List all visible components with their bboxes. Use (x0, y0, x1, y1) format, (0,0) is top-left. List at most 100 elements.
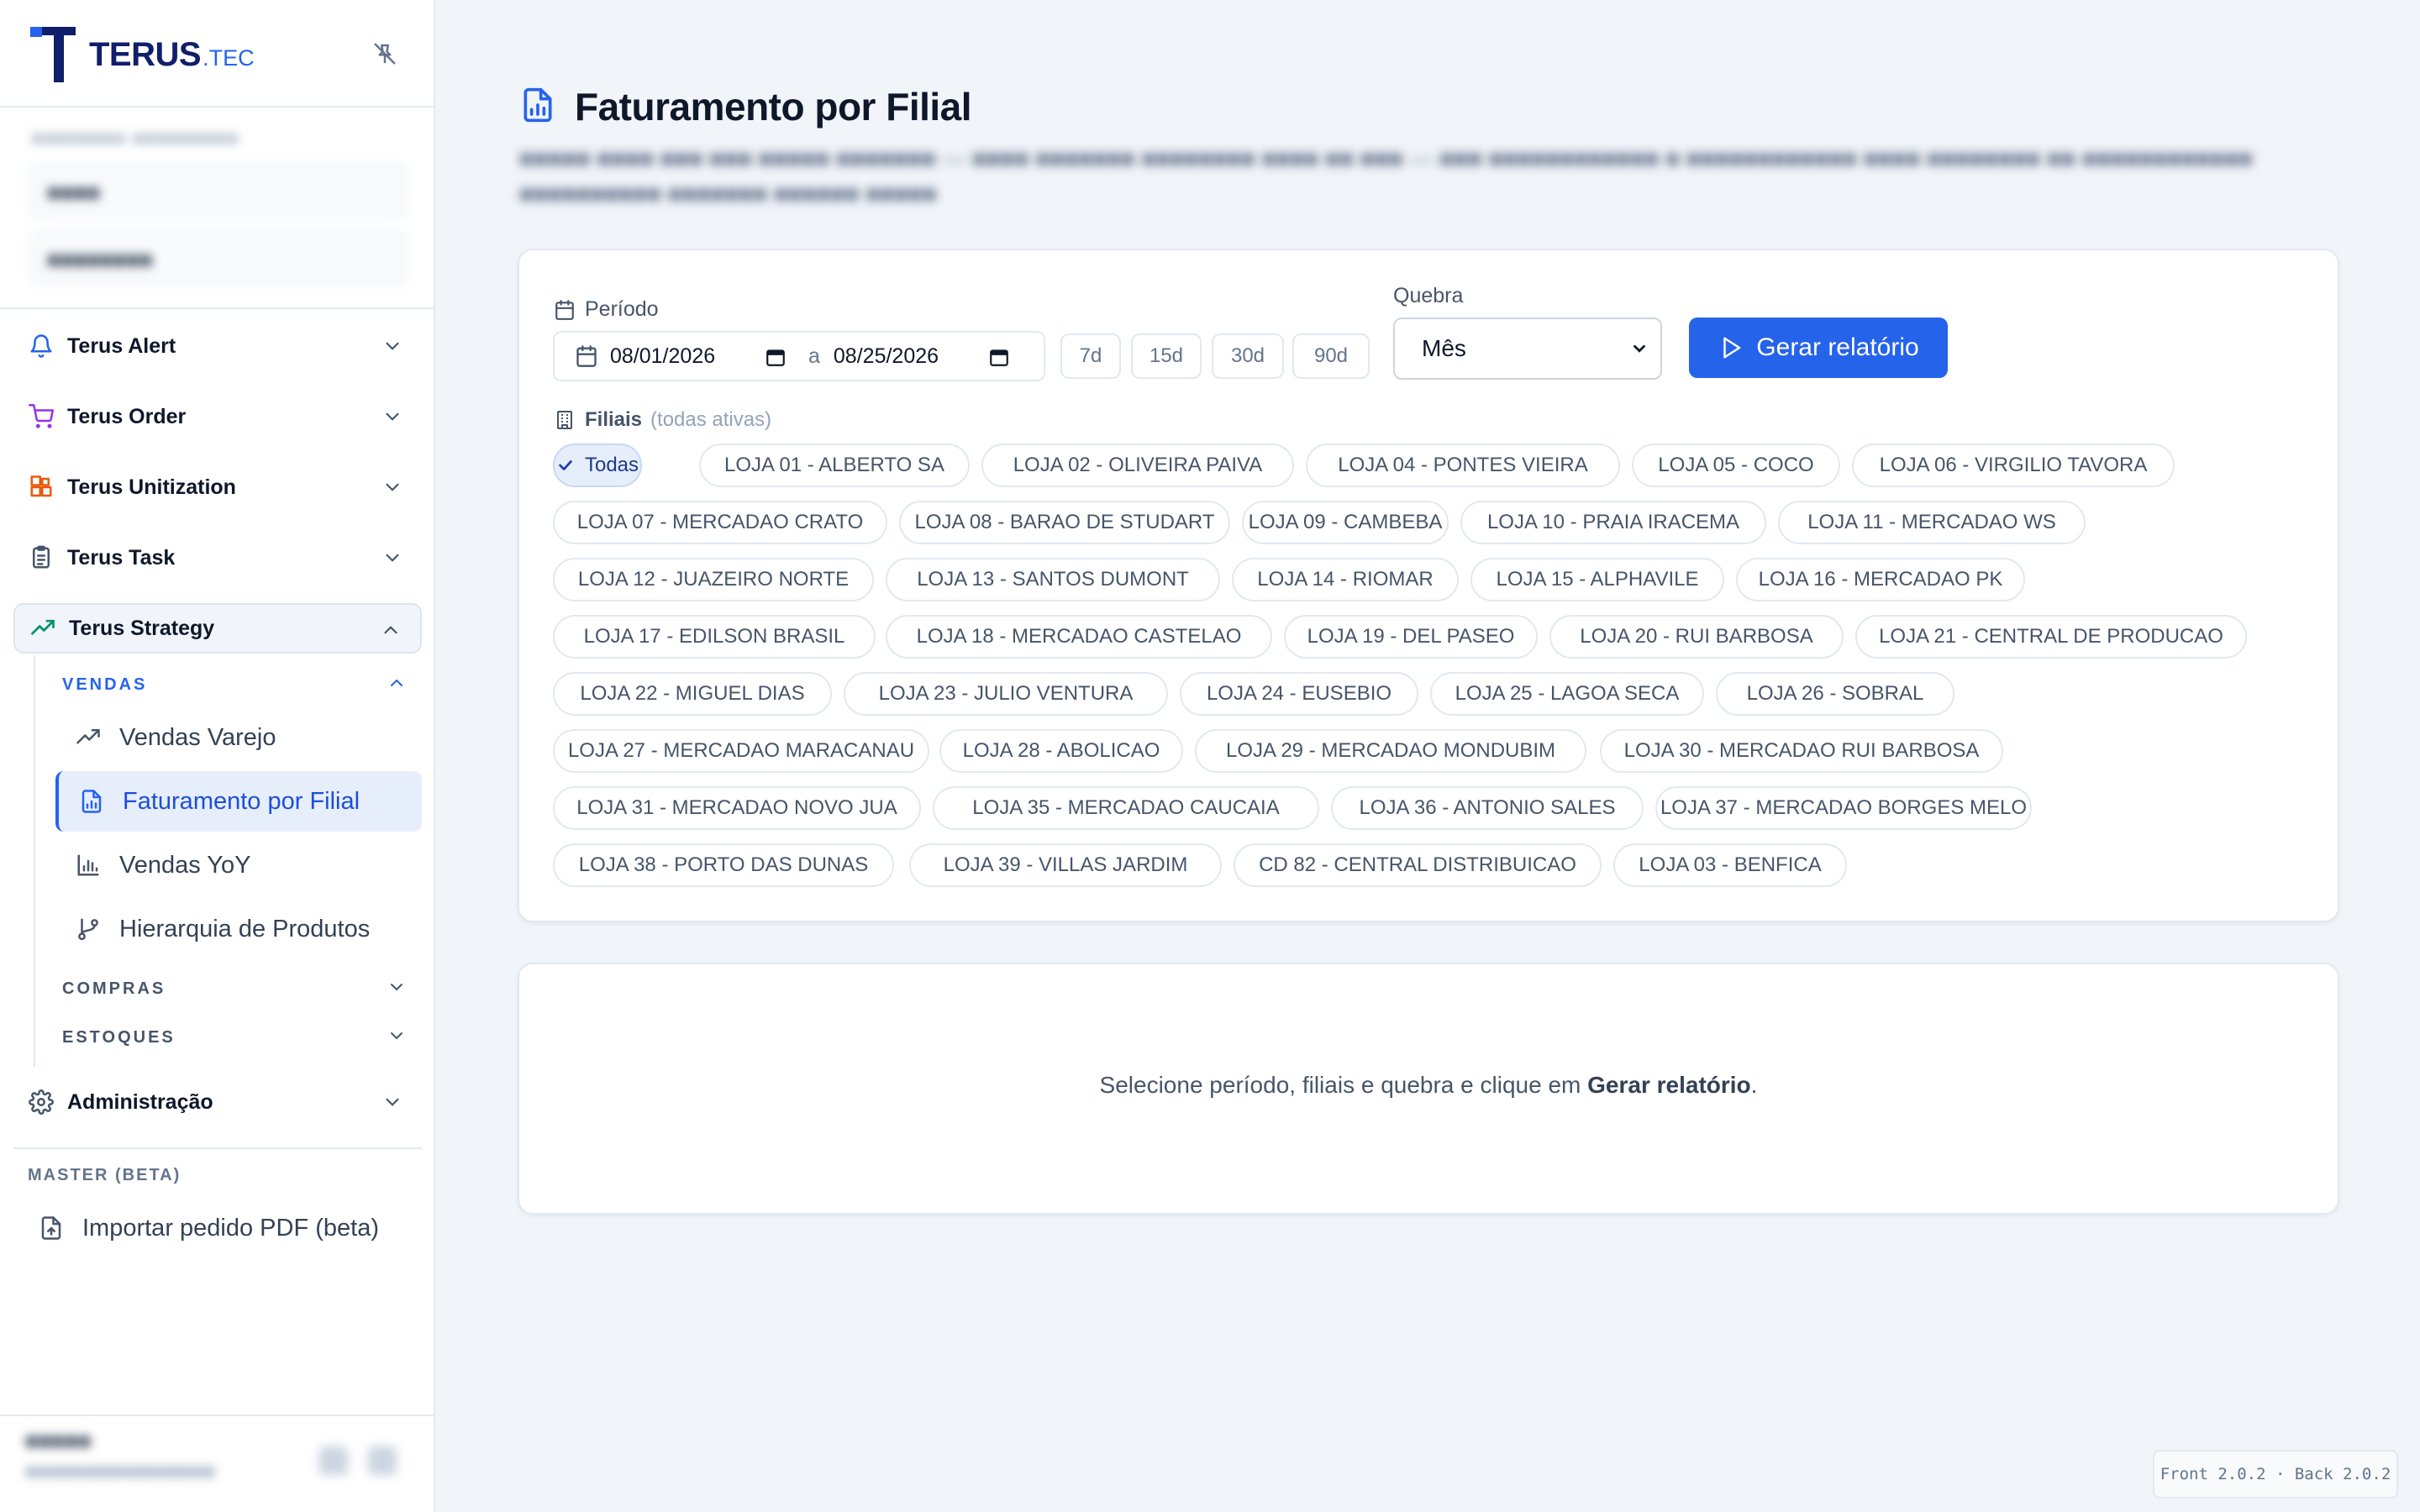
nav-terus-order[interactable]: Terus Order (13, 391, 422, 442)
quick-range-15d[interactable]: 15d (1131, 333, 1202, 379)
sub-item-vendas-yoy[interactable]: Vendas YoY (55, 835, 422, 895)
branch-chip-label: LOJA 39 - VILLAS JARDIM (943, 853, 1188, 876)
section-estoques[interactable]: ESTOQUES (62, 1028, 402, 1047)
cart-icon (27, 402, 55, 431)
date-to-field[interactable]: 08/25/2026 (834, 344, 1010, 369)
branch-chip[interactable]: LOJA 25 - LAGOA SECA (1430, 672, 1704, 716)
branch-chip[interactable]: CD 82 - CENTRAL DISTRIBUICAO (1234, 843, 1602, 887)
branch-chip[interactable]: LOJA 35 - MERCADAO CAUCAIA (933, 786, 1319, 830)
section-vendas[interactable]: VENDAS (62, 675, 402, 695)
branch-chip[interactable]: LOJA 39 - VILLAS JARDIM (909, 843, 1222, 887)
quick-range-7d[interactable]: 7d (1060, 333, 1121, 379)
branch-chip[interactable]: LOJA 38 - PORTO DAS DUNAS (553, 843, 894, 887)
branch-chip[interactable]: LOJA 11 - MERCADAO WS (1778, 501, 2086, 544)
boxes-icon (27, 473, 55, 501)
date-from-field[interactable]: 08/01/2026 (610, 344, 786, 369)
context-select-blurred[interactable]: ■■■■ (30, 165, 407, 217)
brand-logo[interactable]: TERUS .TEC (30, 25, 255, 84)
generate-report-button[interactable]: Gerar relatório (1689, 318, 1948, 378)
git-branch-icon (74, 915, 103, 943)
branch-chip-label: LOJA 20 - RUI BARBOSA (1580, 625, 1813, 648)
branch-chip[interactable]: LOJA 19 - DEL PASEO (1284, 615, 1538, 659)
branch-chip[interactable]: LOJA 01 - ALBERTO SA (699, 444, 970, 487)
branch-chip[interactable]: LOJA 26 - SOBRAL (1716, 672, 1954, 716)
branch-chip[interactable]: LOJA 03 - BENFICA (1613, 843, 1847, 887)
branch-chip-label: LOJA 16 - MERCADAO PK (1758, 568, 2003, 591)
chevron-up-icon (384, 626, 397, 634)
branch-chip[interactable]: LOJA 08 - BARAO DE STUDART (899, 501, 1230, 544)
divider (0, 307, 435, 309)
branch-chip[interactable]: LOJA 18 - MERCADAO CASTELAO (886, 615, 1272, 659)
branch-chip-label: CD 82 - CENTRAL DISTRIBUICAO (1259, 853, 1576, 876)
periodo-label: Período (553, 297, 659, 322)
report-icon (77, 787, 106, 816)
branch-chip-label: LOJA 21 - CENTRAL DE PRODUCAO (1879, 625, 2223, 648)
building-icon (553, 408, 576, 432)
branch-chip[interactable]: LOJA 36 - ANTONIO SALES (1331, 786, 1644, 830)
page-header: Faturamento por Filial (519, 84, 972, 129)
context-select-blurred[interactable]: ■■■■■■■■ (30, 232, 407, 284)
branch-chip[interactable]: LOJA 30 - MERCADAO RUI BARBOSA (1600, 729, 2003, 773)
branch-chip[interactable]: LOJA 27 - MERCADAO MARACANAU (553, 729, 929, 773)
branch-chip[interactable]: LOJA 28 - ABOLICAO (939, 729, 1183, 773)
branch-chip[interactable]: LOJA 14 - RIOMAR (1232, 558, 1459, 601)
branch-chip[interactable]: LOJA 05 - COCO (1632, 444, 1840, 487)
nav-terus-unitization[interactable]: Terus Unitization (13, 462, 422, 512)
branch-chip[interactable]: LOJA 21 - CENTRAL DE PRODUCAO (1855, 615, 2247, 659)
branch-chip[interactable]: LOJA 22 - MIGUEL DIAS (553, 672, 832, 716)
branch-chip[interactable]: LOJA 07 - MERCADAO CRATO (553, 501, 887, 544)
branch-chip[interactable]: LOJA 31 - MERCADAO NOVO JUA (553, 786, 921, 830)
nav-label: Terus Unitization (67, 475, 236, 499)
branch-chip[interactable]: LOJA 02 - OLIVEIRA PAIVA (981, 444, 1294, 487)
branch-chip[interactable]: LOJA 23 - JULIO VENTURA (844, 672, 1168, 716)
branch-chip[interactable]: LOJA 17 - EDILSON BRASIL (553, 615, 876, 659)
branch-chip-label: LOJA 03 - BENFICA (1639, 853, 1822, 876)
branch-chip-label: LOJA 37 - MERCADAO BORGES MELO (1660, 796, 2028, 819)
branch-chip[interactable]: LOJA 09 - CAMBEBA (1242, 501, 1449, 544)
nav-administracao[interactable]: Administração (13, 1077, 422, 1127)
branch-chip-label: LOJA 12 - JUAZEIRO NORTE (577, 568, 850, 591)
date-separator: a (808, 344, 820, 368)
nav-label: Terus Strategy (69, 616, 215, 640)
branch-chip-label: LOJA 30 - MERCADAO RUI BARBOSA (1623, 739, 1980, 762)
quick-range-30d[interactable]: 30d (1212, 333, 1284, 379)
submenu-rail (34, 655, 35, 1067)
divider (0, 106, 435, 108)
branch-chip[interactable]: LOJA 29 - MERCADAO MONDUBIM (1195, 729, 1586, 773)
pin-off-icon[interactable] (370, 39, 400, 69)
branch-chip[interactable]: LOJA 10 - PRAIA IRACEMA (1460, 501, 1766, 544)
sub-item-vendas-varejo[interactable]: Vendas Varejo (55, 707, 422, 768)
branch-chip-label: LOJA 13 - SANTOS DUMONT (917, 568, 1189, 591)
quebra-select[interactable]: Mês (1393, 318, 1662, 380)
sidebar: TERUS .TEC ■■■■■■■■ ■■■■■■■■■ ■■■■ ■■■■■… (0, 0, 435, 1512)
branch-chip[interactable]: LOJA 06 - VIRGILIO TAVORA (1852, 444, 2175, 487)
branch-chip[interactable]: LOJA 37 - MERCADAO BORGES MELO (1655, 786, 2032, 830)
section-compras[interactable]: COMPRAS (62, 979, 402, 999)
branch-chip[interactable]: LOJA 24 - EUSEBIO (1180, 672, 1418, 716)
user-profile-blurred[interactable]: ■■■■■ ■■■■■■■■■■■■■■■■■ (25, 1428, 412, 1495)
branch-chip[interactable]: LOJA 15 - ALPHAVILE (1470, 558, 1724, 601)
branch-chip[interactable]: LOJA 12 - JUAZEIRO NORTE (553, 558, 874, 601)
section-label: ESTOQUES (62, 1028, 176, 1047)
nav-terus-alert[interactable]: Terus Alert (13, 321, 422, 371)
quick-range-90d[interactable]: 90d (1292, 333, 1370, 379)
branch-chip[interactable]: LOJA 20 - RUI BARBOSA (1549, 615, 1844, 659)
branch-chip-todas[interactable]: Todas (553, 444, 642, 487)
branch-chip[interactable]: LOJA 16 - MERCADAO PK (1736, 558, 2025, 601)
branch-chip-label: LOJA 31 - MERCADAO NOVO JUA (576, 796, 897, 819)
branch-chip-label: LOJA 23 - JULIO VENTURA (878, 682, 1134, 705)
calendar-picker-icon[interactable] (988, 346, 1010, 368)
sub-item-faturamento-por-filial[interactable]: Faturamento por Filial (55, 771, 422, 832)
sub-item-hierarquia-de-produtos[interactable]: Hierarquia de Produtos (55, 899, 422, 959)
nav-label: Terus Alert (67, 333, 176, 358)
nav-terus-task[interactable]: Terus Task (13, 533, 422, 583)
import-pdf-item[interactable]: Importar pedido PDF (beta) (18, 1198, 422, 1258)
nav-terus-strategy[interactable]: Terus Strategy (13, 603, 422, 654)
branch-chip[interactable]: LOJA 13 - SANTOS DUMONT (886, 558, 1220, 601)
branch-chip-label: LOJA 24 - EUSEBIO (1206, 682, 1392, 705)
calendar-picker-icon[interactable] (765, 346, 786, 368)
branch-chip-label: LOJA 36 - ANTONIO SALES (1359, 796, 1616, 819)
chevron-down-icon (386, 1098, 399, 1106)
branch-chip[interactable]: LOJA 04 - PONTES VIEIRA (1306, 444, 1620, 487)
date-range-input[interactable]: 08/01/2026 a 08/25/2026 (553, 331, 1045, 381)
